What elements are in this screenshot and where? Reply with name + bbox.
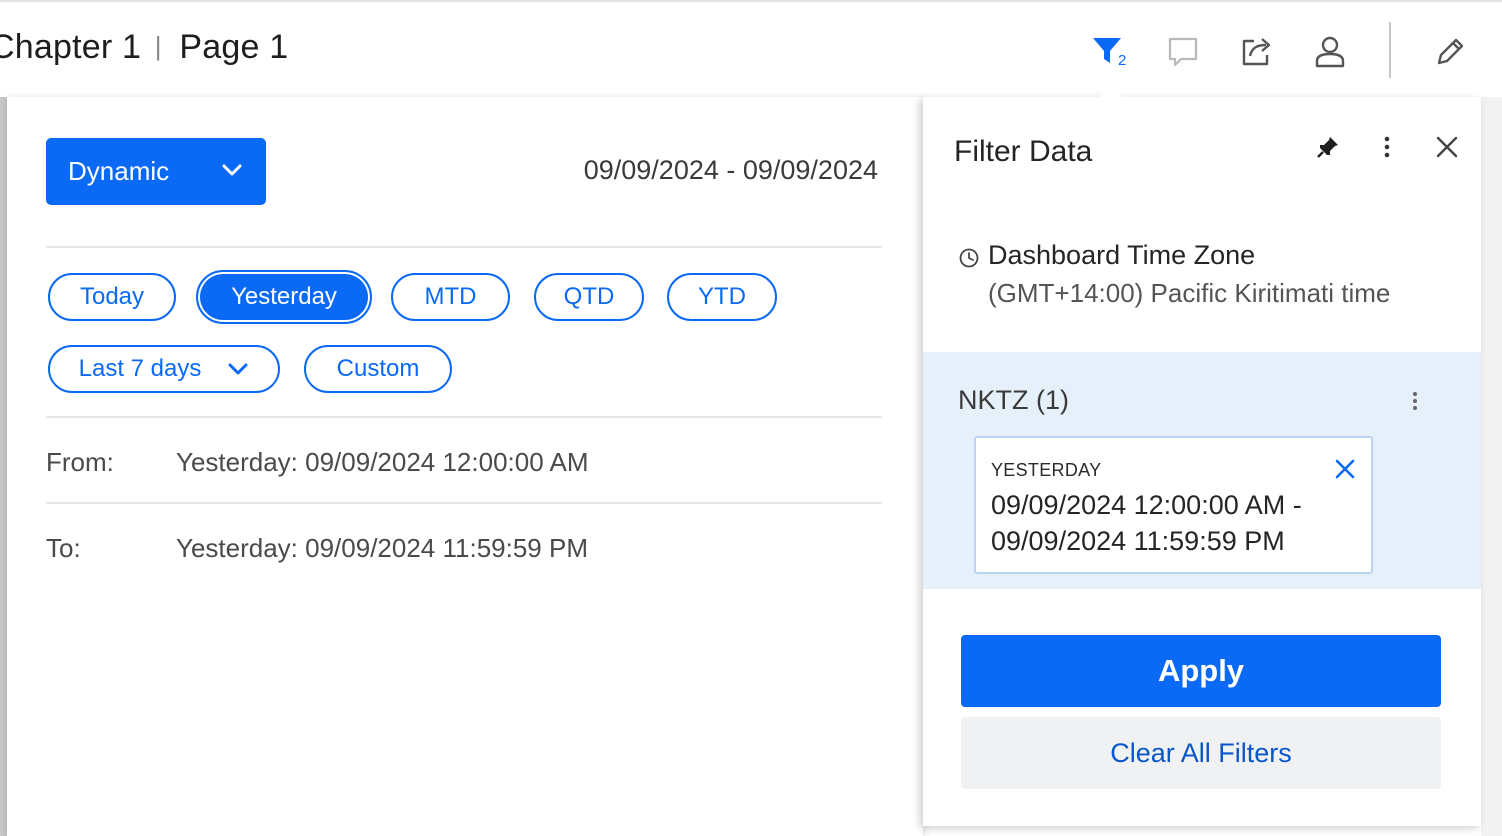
pill-qtd-label: QTD bbox=[563, 283, 615, 310]
pin-button[interactable] bbox=[1313, 132, 1343, 162]
panel-title: Filter Data bbox=[954, 135, 1093, 168]
chevron-down-icon bbox=[222, 164, 242, 176]
user-button[interactable] bbox=[1310, 32, 1350, 72]
chapter-title[interactable]: Chapter 1 bbox=[0, 28, 141, 66]
pill-ytd-label: YTD bbox=[698, 283, 746, 310]
share-icon bbox=[1242, 38, 1271, 66]
divider bbox=[46, 416, 882, 418]
date-range-popover: Dynamic 09/09/2024 - 09/09/2024 Today Ye… bbox=[7, 97, 923, 836]
dynamic-mode-dropdown[interactable]: Dynamic bbox=[46, 138, 266, 205]
to-value: Yesterday: 09/09/2024 11:59:59 PM bbox=[176, 533, 588, 563]
pill-ytd[interactable]: YTD bbox=[667, 273, 777, 321]
background-gutter bbox=[1481, 97, 1502, 836]
pencil-icon bbox=[1437, 38, 1464, 65]
pin-icon bbox=[1317, 137, 1338, 158]
header-divider bbox=[1389, 22, 1391, 78]
from-value: Yesterday: 09/09/2024 12:00:00 AM bbox=[176, 447, 589, 477]
pill-today-label: Today bbox=[79, 283, 145, 310]
filter-icon-button[interactable]: 2 bbox=[1090, 32, 1130, 72]
top-header: Chapter 1 | Page 1 2 bbox=[0, 0, 1502, 99]
comment-icon bbox=[1168, 37, 1198, 67]
kebab-icon bbox=[1384, 136, 1390, 158]
filter-chip-range-start: 09/09/2024 12:00:00 AM - bbox=[991, 490, 1302, 520]
pill-qtd[interactable]: QTD bbox=[534, 273, 644, 321]
kebab-icon[interactable] bbox=[1411, 390, 1419, 412]
popover-caret bbox=[1098, 86, 1124, 99]
pill-mtd[interactable]: MTD bbox=[391, 273, 510, 321]
filter-count-badge: 2 bbox=[1118, 52, 1127, 69]
to-label: To: bbox=[46, 533, 81, 563]
filter-data-panel: Filter Data Dashboard Time Zone (GMT+14:… bbox=[923, 97, 1481, 826]
pill-last-days-label: Last 7 days bbox=[78, 355, 202, 382]
filter-chip[interactable]: YESTERDAY 09/09/2024 12:00:00 AM - 09/09… bbox=[974, 436, 1373, 574]
globe-clock-icon bbox=[959, 248, 979, 268]
user-icon bbox=[1315, 36, 1345, 68]
close-panel-button[interactable] bbox=[1432, 132, 1462, 162]
pill-yesterday-label: Yesterday bbox=[231, 283, 337, 310]
close-icon[interactable] bbox=[1334, 458, 1356, 480]
dynamic-mode-label: Dynamic bbox=[68, 156, 170, 186]
apply-button[interactable]: Apply bbox=[961, 635, 1441, 707]
timezone-title: Dashboard Time Zone bbox=[988, 240, 1256, 270]
pill-mtd-label: MTD bbox=[424, 283, 477, 310]
pill-custom[interactable]: Custom bbox=[304, 345, 452, 393]
date-range-summary: 09/09/2024 - 09/09/2024 bbox=[583, 155, 878, 185]
page-title[interactable]: Page 1 bbox=[179, 28, 288, 66]
chevron-down-icon bbox=[228, 363, 248, 375]
edit-button[interactable] bbox=[1430, 32, 1470, 72]
close-icon bbox=[1436, 136, 1458, 158]
from-label: From: bbox=[46, 447, 114, 477]
comment-button[interactable] bbox=[1163, 32, 1203, 72]
clear-all-filters-button[interactable]: Clear All Filters bbox=[961, 717, 1441, 789]
filter-chip-label: YESTERDAY bbox=[991, 460, 1102, 480]
divider bbox=[46, 502, 882, 504]
pill-yesterday[interactable]: Yesterday bbox=[196, 270, 372, 324]
breadcrumb-separator: | bbox=[154, 31, 162, 61]
filter-chip-range-end: 09/09/2024 11:59:59 PM bbox=[991, 526, 1285, 556]
breadcrumb: Chapter 1 | Page 1 bbox=[0, 28, 288, 67]
more-options-button[interactable] bbox=[1372, 132, 1402, 162]
timezone-value: (GMT+14:00) Pacific Kiritimati time bbox=[988, 278, 1391, 308]
filter-field-title: NKTZ (1) bbox=[958, 385, 1069, 415]
share-button[interactable] bbox=[1237, 32, 1277, 72]
filter-section-nktz: NKTZ (1) YESTERDAY 09/09/2024 12:00:00 A… bbox=[923, 352, 1481, 589]
background-edge bbox=[0, 97, 7, 836]
pill-today[interactable]: Today bbox=[48, 273, 176, 321]
pill-last-days-dropdown[interactable]: Last 7 days bbox=[48, 345, 280, 393]
pill-custom-label: Custom bbox=[336, 355, 420, 382]
divider bbox=[46, 246, 882, 248]
